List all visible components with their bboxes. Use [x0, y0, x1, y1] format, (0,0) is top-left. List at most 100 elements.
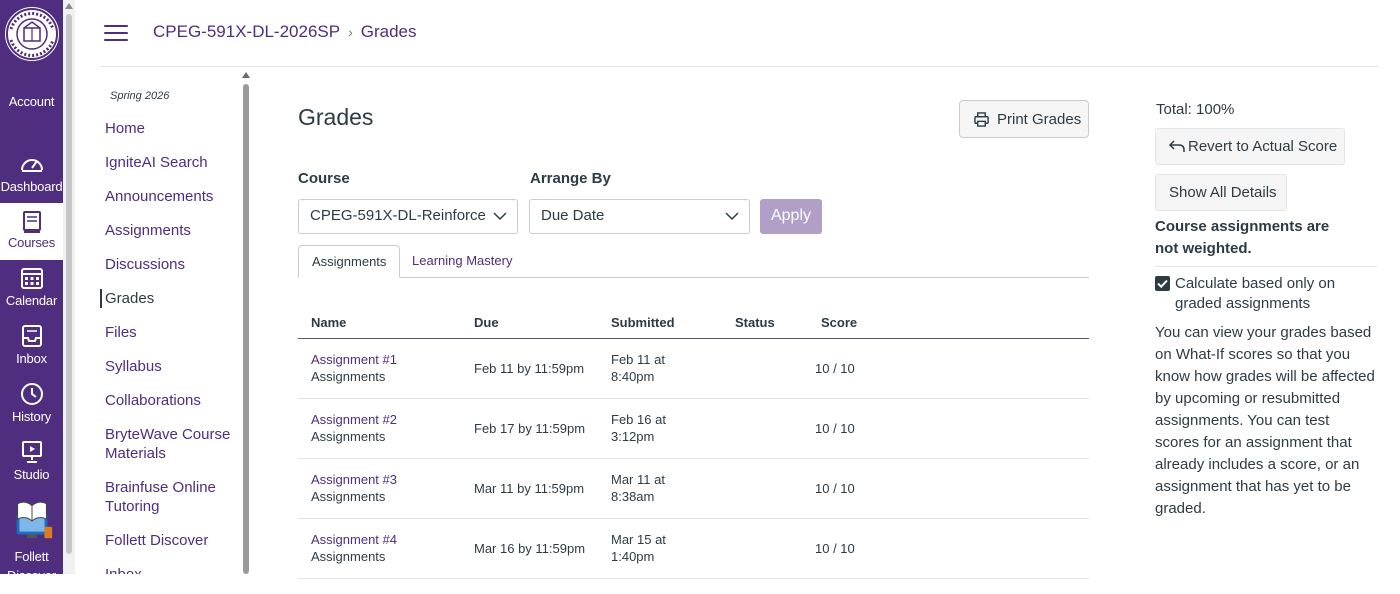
global-nav-history[interactable]: History	[0, 379, 63, 436]
global-nav-label: Inbox	[16, 351, 47, 366]
score[interactable]: 10 / 10	[815, 480, 855, 497]
sidebar-divider	[1155, 266, 1377, 267]
submitted-time: 8:38am	[611, 489, 655, 504]
university-logo[interactable]	[2, 4, 62, 64]
total-grade: Total: 100%	[1156, 101, 1235, 118]
calculate-graded-only-label[interactable]: Calculate based only on graded assignmen…	[1175, 274, 1365, 314]
chevron-down-icon	[725, 212, 739, 221]
apply-button[interactable]: Apply	[760, 199, 822, 234]
global-navigation: Account Dashboard Courses Calendar Inbox…	[0, 0, 63, 574]
course-nav-brytewave[interactable]: BryteWave Course Materials	[100, 425, 240, 463]
calculate-graded-only-checkbox[interactable]	[1155, 276, 1170, 291]
course-nav-syllabus[interactable]: Syllabus	[100, 357, 240, 376]
assignment-group: Assignments	[311, 489, 386, 504]
course-nav-assignments[interactable]: Assignments	[100, 221, 240, 240]
global-nav-scrollbar[interactable]	[63, 0, 75, 574]
global-nav-inbox[interactable]: Inbox	[0, 321, 63, 378]
global-nav-follett-discover[interactable]: Follett Discover	[0, 495, 63, 574]
column-header-name[interactable]: Name	[311, 315, 346, 330]
revert-to-actual-score-button[interactable]: Revert to Actual Score	[1155, 128, 1345, 165]
course-select-value: CPEG-591X-DL-Reinforcement	[310, 207, 485, 224]
print-grades-button[interactable]: Print Grades	[959, 100, 1089, 138]
score[interactable]: 10 / 10	[815, 360, 855, 377]
inbox-icon	[0, 323, 63, 351]
print-grades-label: Print Grades	[997, 110, 1082, 128]
table-row: Assignment #1 Assignments Feb 11 by 11:5…	[298, 339, 1089, 399]
assignment-link[interactable]: Assignment #1	[311, 351, 397, 368]
assignment-group: Assignments	[311, 549, 386, 564]
course-select-label: Course	[298, 170, 350, 187]
chevron-down-icon	[493, 212, 507, 221]
course-nav-scrollbar[interactable]	[241, 72, 251, 574]
table-row: Assignment #2 Assignments Feb 17 by 11:5…	[298, 399, 1089, 459]
column-header-status[interactable]: Status	[735, 315, 775, 330]
scroll-up-arrow-icon[interactable]	[242, 72, 250, 78]
breadcrumb-separator-icon: ›	[348, 24, 353, 40]
assignment-link[interactable]: Assignment #4	[311, 531, 397, 548]
tab-assignments[interactable]: Assignments	[298, 245, 401, 278]
column-header-due[interactable]: Due	[474, 315, 499, 330]
course-nav-inbox[interactable]: Inbox	[100, 565, 240, 574]
due-date: Feb 17 by 11:59pm	[474, 421, 586, 436]
course-nav-announcements[interactable]: Announcements	[100, 187, 240, 206]
course-nav-home[interactable]: Home	[100, 119, 240, 138]
table-header-row: Name Due Submitted Status Score	[298, 305, 1089, 339]
global-nav-label: History	[11, 409, 52, 424]
scroll-up-arrow-icon[interactable]	[65, 3, 73, 9]
course-nav-collaborations[interactable]: Collaborations	[100, 391, 240, 410]
dashboard-icon	[0, 151, 63, 179]
arrange-by-select[interactable]: Due Date	[529, 199, 750, 234]
account-icon	[0, 66, 63, 94]
global-nav-label: Dashboard	[0, 179, 63, 194]
global-nav-label: Courses	[7, 235, 55, 250]
global-nav-account[interactable]: Account	[0, 64, 63, 121]
course-nav-discussions[interactable]: Discussions	[100, 255, 240, 274]
courses-icon	[0, 209, 63, 235]
page-title: Grades	[298, 104, 374, 130]
assignment-link[interactable]: Assignment #3	[311, 471, 397, 488]
due-date: Mar 16 by 11:59pm	[474, 541, 586, 556]
course-select[interactable]: CPEG-591X-DL-Reinforcement	[298, 199, 518, 234]
scrollbar-thumb[interactable]	[243, 84, 249, 574]
global-nav-label: Calendar	[5, 293, 58, 308]
scrollbar-thumb[interactable]	[66, 14, 72, 554]
what-if-explanation: You can view your grades based on What-I…	[1155, 324, 1375, 517]
tab-learning-mastery[interactable]: Learning Mastery	[399, 245, 525, 278]
submitted-time: 1:40pm	[611, 549, 655, 564]
breadcrumb-current-page[interactable]: Grades	[361, 22, 417, 41]
breadcrumb-course-link[interactable]: CPEG-591X-DL-2026SP	[153, 22, 340, 41]
submitted-date: Feb 11 at	[611, 352, 665, 367]
undo-arrow-icon	[1168, 140, 1185, 152]
global-nav-label: Account	[8, 94, 55, 109]
studio-icon	[0, 439, 63, 467]
course-nav-igniteai-search[interactable]: IgniteAI Search	[100, 153, 240, 172]
score[interactable]: 10 / 10	[815, 540, 855, 557]
follett-discover-icon	[0, 497, 63, 547]
course-nav-grades[interactable]: Grades	[100, 289, 240, 308]
table-row: Assignment #4 Assignments Mar 16 by 11:5…	[298, 519, 1089, 579]
table-row: Assignment #3 Assignments Mar 11 by 11:5…	[298, 459, 1089, 519]
global-nav-dashboard[interactable]: Dashboard	[0, 151, 63, 208]
score[interactable]: 10 / 10	[815, 420, 855, 437]
column-header-submitted[interactable]: Submitted	[611, 315, 675, 330]
assignment-link[interactable]: Assignment #2	[311, 411, 397, 428]
global-nav-calendar[interactable]: Calendar	[0, 263, 63, 320]
history-icon	[0, 381, 63, 409]
revert-label: Revert to Actual Score	[1188, 138, 1338, 155]
course-nav-files[interactable]: Files	[100, 323, 240, 342]
weighting-note: Course assignments are not weighted.	[1155, 218, 1330, 257]
column-header-score[interactable]: Score	[821, 315, 857, 330]
calendar-icon	[0, 265, 63, 293]
header-divider	[100, 66, 1378, 67]
checkmark-icon	[1157, 279, 1168, 289]
hamburger-menu-button[interactable]	[104, 25, 128, 43]
course-nav-brainfuse[interactable]: Brainfuse Online Tutoring	[100, 478, 240, 516]
arrange-by-label: Arrange By	[530, 170, 611, 187]
show-all-details-button[interactable]: Show All Details	[1155, 174, 1287, 211]
global-nav-courses[interactable]: Courses	[0, 203, 63, 260]
course-nav-follett-discover[interactable]: Follett Discover	[100, 531, 240, 550]
global-nav-studio[interactable]: Studio	[0, 437, 63, 494]
submitted-date: Mar 11 at	[611, 472, 665, 487]
submitted-date: Mar 15 at	[611, 532, 666, 547]
submitted-date: Feb 16 at	[611, 412, 666, 427]
